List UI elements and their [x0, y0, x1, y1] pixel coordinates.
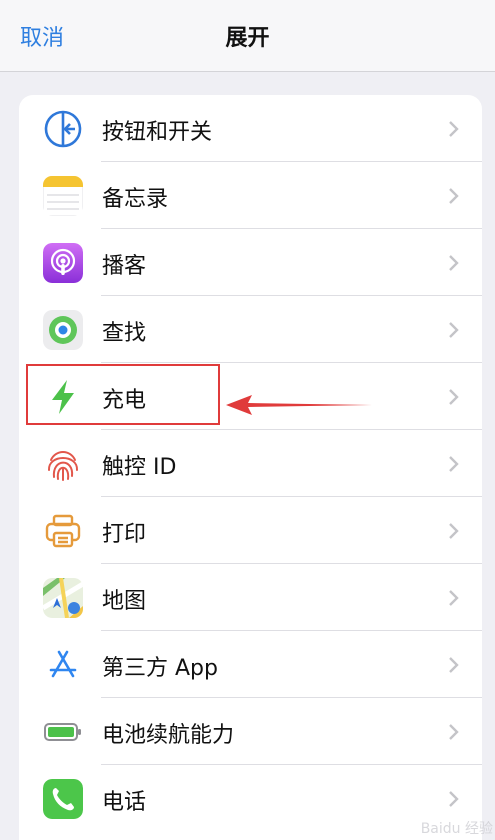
- chevron-right-icon: [448, 522, 460, 540]
- list-item-label: 第三方 App: [102, 656, 218, 681]
- list-item-print[interactable]: 打印: [19, 497, 482, 564]
- find-my-icon: [43, 310, 83, 350]
- list-item-touch-id[interactable]: 触控 ID: [19, 430, 482, 497]
- list-item-label: 按钮和开关: [102, 120, 213, 145]
- app-store-icon: [43, 645, 83, 685]
- list-item-podcasts[interactable]: 播客: [19, 229, 482, 296]
- list-item-find-my[interactable]: 查找: [19, 296, 482, 363]
- charging-bolt-icon: [43, 377, 83, 417]
- screen: 取消 展开 按钮和开关 备忘录 播客 查找 充电 触控 ID 打印 地图 第三方…: [0, 0, 495, 840]
- phone-icon: [43, 779, 83, 819]
- list-item-charging[interactable]: 充电: [19, 363, 482, 430]
- watermark: Baidu 经验: [420, 821, 493, 837]
- list-item-notes[interactable]: 备忘录: [19, 162, 482, 229]
- chevron-right-icon: [448, 723, 460, 741]
- list-item-label: 电池续航能力: [102, 723, 235, 748]
- chevron-right-icon: [448, 656, 460, 674]
- chevron-right-icon: [448, 321, 460, 339]
- maps-icon: [43, 578, 83, 618]
- settings-list: 按钮和开关 备忘录 播客 查找 充电 触控 ID 打印 地图 第三方 App 电…: [19, 95, 482, 840]
- list-item-label: 打印: [102, 522, 147, 547]
- podcasts-icon: [43, 243, 83, 283]
- chevron-right-icon: [448, 254, 460, 272]
- chevron-right-icon: [448, 187, 460, 205]
- list-item-maps[interactable]: 地图: [19, 564, 482, 631]
- notes-icon: [43, 176, 83, 216]
- fingerprint-icon: [43, 444, 83, 484]
- list-item-label: 播客: [102, 254, 147, 279]
- switch-control-icon: [43, 109, 83, 149]
- list-item-buttons-and-switches[interactable]: 按钮和开关: [19, 95, 482, 162]
- list-item-label: 触控 ID: [102, 455, 177, 480]
- list-item-label: 备忘录: [102, 187, 169, 212]
- list-item-label: 充电: [102, 388, 147, 413]
- chevron-right-icon: [448, 455, 460, 473]
- list-item-label: 地图: [102, 589, 147, 614]
- page-title: 展开: [225, 26, 270, 51]
- navigation-bar: 取消 展开: [0, 0, 495, 72]
- list-item-label: 查找: [102, 321, 147, 346]
- list-item-label: 电话: [102, 790, 147, 815]
- chevron-right-icon: [448, 388, 460, 406]
- chevron-right-icon: [448, 120, 460, 138]
- list-item-third-party-apps[interactable]: 第三方 App: [19, 631, 482, 698]
- battery-icon: [43, 712, 83, 752]
- list-item-battery-health[interactable]: 电池续航能力: [19, 698, 482, 765]
- chevron-right-icon: [448, 790, 460, 808]
- list-item-phone[interactable]: 电话: [19, 765, 482, 832]
- printer-icon: [43, 511, 83, 551]
- chevron-right-icon: [448, 589, 460, 607]
